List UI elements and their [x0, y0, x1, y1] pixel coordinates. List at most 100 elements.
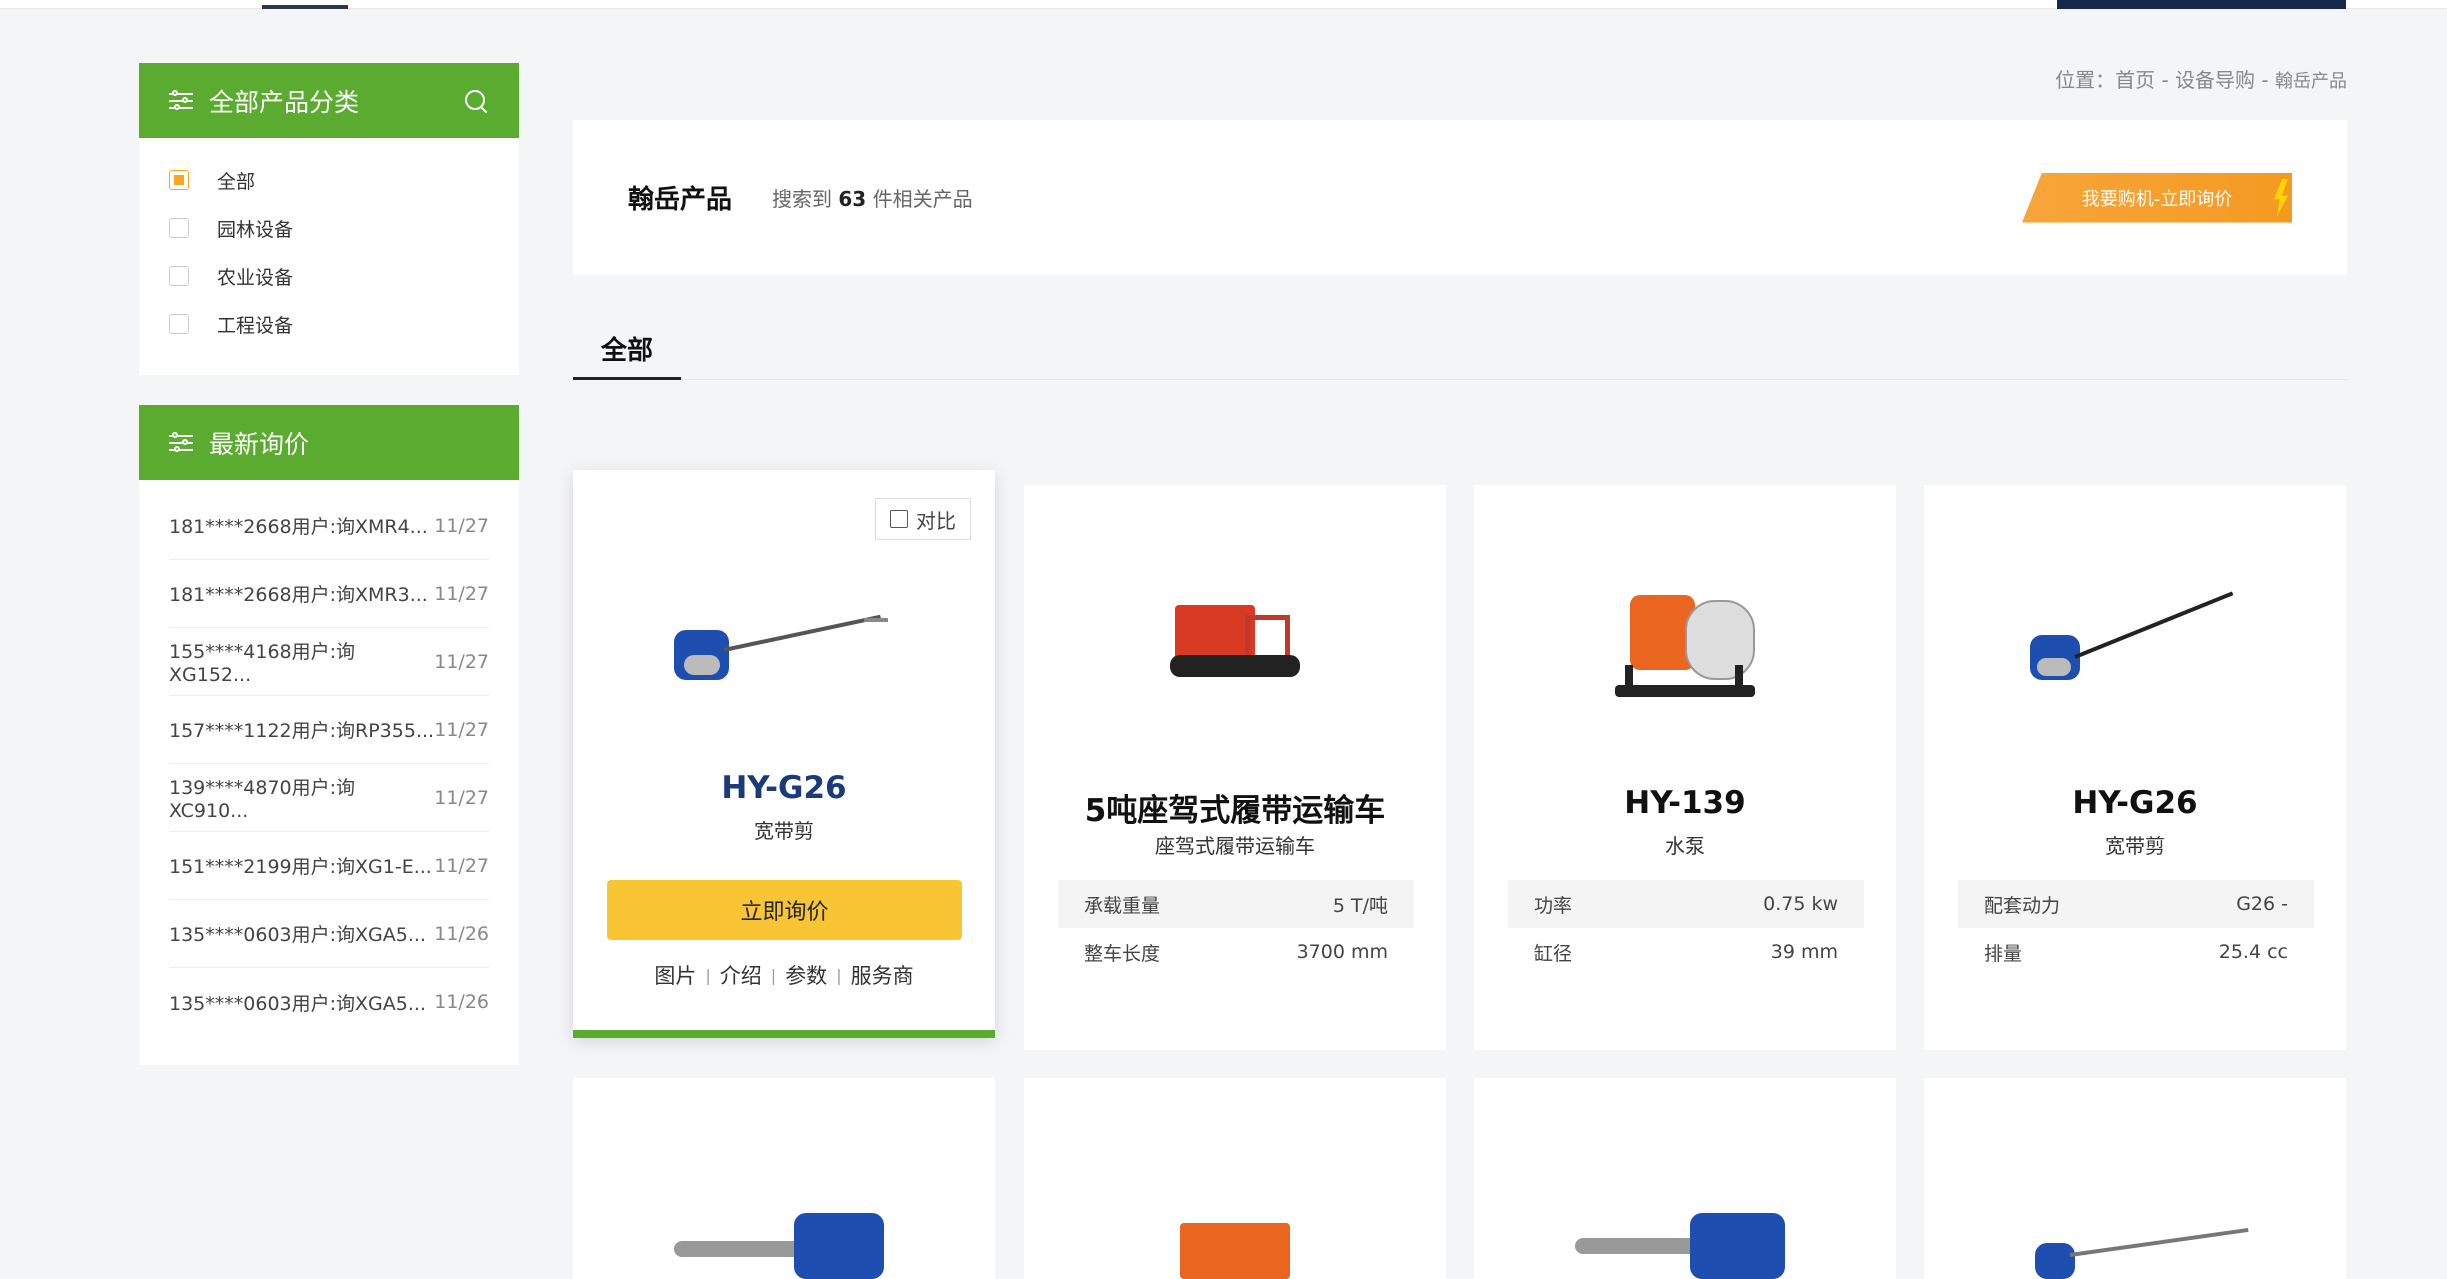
- product-image-crawler-carrier: [1170, 1208, 1300, 1279]
- spec-table: 功率 0.75 kw 缸径 39 mm: [1508, 880, 1864, 976]
- inquiry-date: 11/27: [434, 786, 489, 809]
- inquiry-item[interactable]: 135****0603用户:询XGA5... 11/26: [169, 968, 489, 1036]
- search-icon[interactable]: [463, 88, 489, 114]
- category-panel: 全部产品分类 全部 园林设备 农业设备 工程设备: [139, 63, 519, 375]
- inquiry-text: 139****4870用户:询XC910...: [169, 777, 356, 822]
- count-prefix: 搜索到: [772, 187, 833, 211]
- spec-label: 功率: [1534, 894, 1573, 917]
- spec-label: 承载重量: [1084, 894, 1161, 917]
- results-header: 翰岳产品 搜索到 63 件相关产品 我要购机-立即询价: [573, 120, 2347, 275]
- spec-value: G26 -: [2236, 893, 2288, 915]
- product-card[interactable]: 对比 HY-G26 宽带剪 立即询价 图片 | 介绍 | 参数 | 服务商: [573, 470, 995, 1038]
- inquiry-title: 最新询价: [209, 429, 310, 459]
- inquiry-date: 11/27: [434, 854, 489, 877]
- inquire-now-button[interactable]: 立即询价: [607, 880, 962, 940]
- spec-value: 0.75 kw: [1763, 893, 1838, 915]
- checkbox[interactable]: [169, 218, 189, 238]
- breadcrumb-home-link[interactable]: 首页: [2115, 68, 2155, 92]
- category-item-all[interactable]: 全部: [169, 156, 489, 204]
- checkbox[interactable]: [169, 266, 189, 286]
- breadcrumb: 位置：首页 - 设备导购 - 翰岳产品: [2055, 64, 2347, 93]
- checkbox[interactable]: [169, 170, 189, 190]
- checkbox[interactable]: [890, 510, 908, 528]
- inquiry-date: 11/27: [434, 582, 489, 605]
- link-separator: |: [836, 965, 842, 985]
- nav-active-underline: [262, 5, 348, 9]
- product-card[interactable]: [573, 1078, 995, 1279]
- inquiry-item[interactable]: 157****1122用户:询RP355... 11/27: [169, 696, 489, 764]
- inquiry-text: 151****2199用户:询XG1-E...: [169, 856, 432, 878]
- tab-all[interactable]: 全部: [573, 320, 681, 380]
- inquiry-text: 155****4168用户:询XG152...: [169, 641, 356, 686]
- compare-checkbox[interactable]: 对比: [875, 498, 971, 540]
- category-item-agriculture[interactable]: 农业设备: [169, 252, 489, 300]
- result-count: 搜索到 63 件相关产品: [772, 183, 2022, 212]
- spec-value: 3700 mm: [1296, 941, 1388, 963]
- spec-table: 配套动力 G26 - 排量 25.4 cc: [1958, 880, 2314, 976]
- product-subtitle: 宽带剪: [754, 819, 814, 843]
- category-label: 园林设备: [217, 218, 294, 241]
- product-image-chainsaw: [674, 1203, 894, 1279]
- product-name: 5吨座驾式履带运输车: [1084, 793, 1386, 829]
- inquiry-text: 135****0603用户:询XGA5...: [169, 992, 426, 1015]
- inquiry-date: 11/27: [434, 650, 489, 673]
- buy-inquiry-button[interactable]: 我要购机-立即询价: [2022, 172, 2292, 223]
- inquiry-item[interactable]: 139****4870用户:询XC910... 11/27: [169, 764, 489, 832]
- count-suffix: 件相关产品: [872, 187, 973, 211]
- product-name: HY-G26: [721, 770, 847, 806]
- spec-label: 缸径: [1534, 942, 1573, 965]
- product-image-crawler-carrier: [1165, 595, 1305, 695]
- spec-row: 承载重量 5 T/吨: [1058, 880, 1414, 928]
- inquiry-date: 11/27: [434, 514, 489, 537]
- product-image-chainsaw: [1575, 1203, 1795, 1279]
- spec-value: 25.4 cc: [2218, 941, 2288, 963]
- inquiry-item[interactable]: 181****2668用户:询XMR4... 11/27: [169, 492, 489, 560]
- inquiry-text: 181****2668用户:询XMR3...: [169, 584, 428, 606]
- inquiry-text: 181****2668用户:询XMR4...: [169, 516, 428, 538]
- checkbox[interactable]: [169, 314, 189, 334]
- spec-row: 配套动力 G26 -: [1958, 880, 2314, 928]
- category-item-engineering[interactable]: 工程设备: [169, 300, 489, 348]
- link-separator: |: [705, 965, 711, 985]
- product-card[interactable]: [1474, 1078, 1896, 1279]
- spec-label: 整车长度: [1084, 942, 1161, 965]
- product-name: HY-139: [1624, 785, 1746, 821]
- category-item-garden[interactable]: 园林设备: [169, 204, 489, 252]
- category-title: 全部产品分类: [209, 87, 360, 117]
- breadcrumb-prefix: 位置：: [2055, 68, 2116, 92]
- spec-row: 功率 0.75 kw: [1508, 880, 1864, 928]
- lightning-icon: [2274, 178, 2288, 217]
- product-subtitle: 座驾式履带运输车: [1155, 834, 1315, 858]
- count-number: 63: [838, 187, 867, 211]
- product-card[interactable]: [1924, 1078, 2346, 1279]
- inquiry-date: 11/26: [434, 922, 489, 945]
- inquiry-item[interactable]: 181****2668用户:询XMR3... 11/27: [169, 560, 489, 628]
- tab-bar: 全部: [573, 320, 2347, 380]
- category-panel-header: 全部产品分类: [139, 63, 519, 138]
- product-card[interactable]: HY-139 水泵 功率 0.75 kw 缸径 39 mm: [1474, 485, 1896, 1050]
- compare-label: 对比: [916, 508, 956, 533]
- link-intro[interactable]: 介绍: [720, 960, 762, 990]
- link-images[interactable]: 图片: [654, 960, 696, 990]
- spec-table: 承载重量 5 T/吨 整车长度 3700 mm: [1058, 880, 1414, 976]
- page-title: 翰岳产品: [628, 185, 733, 215]
- product-card[interactable]: [1024, 1078, 1446, 1279]
- link-params[interactable]: 参数: [785, 960, 827, 990]
- product-name: HY-G26: [2072, 785, 2198, 821]
- spec-value: 39 mm: [1770, 941, 1838, 963]
- category-label: 农业设备: [217, 266, 294, 289]
- inquiry-item[interactable]: 155****4168用户:询XG152... 11/27: [169, 628, 489, 696]
- inquiry-item[interactable]: 135****0603用户:询XGA5... 11/26: [169, 900, 489, 968]
- spec-row: 缸径 39 mm: [1508, 928, 1864, 976]
- top-nav-bar: [0, 0, 2447, 9]
- filter-icon: [169, 431, 193, 454]
- spec-label: 排量: [1984, 942, 2023, 965]
- product-card[interactable]: 5吨座驾式履带运输车 座驾式履带运输车 承载重量 5 T/吨 整车长度 3700 m…: [1024, 485, 1446, 1050]
- nav-button[interactable]: [2057, 0, 2346, 9]
- link-dealers[interactable]: 服务商: [851, 960, 914, 990]
- spec-row: 整车长度 3700 mm: [1058, 928, 1414, 976]
- inquiry-item[interactable]: 151****2199用户:询XG1-E... 11/27: [169, 832, 489, 900]
- breadcrumb-section-link[interactable]: 设备导购: [2175, 68, 2255, 92]
- product-card[interactable]: HY-G26 宽带剪 配套动力 G26 - 排量 25.4 cc: [1924, 485, 2346, 1050]
- inquiry-text: 157****1122用户:询RP355...: [169, 720, 435, 742]
